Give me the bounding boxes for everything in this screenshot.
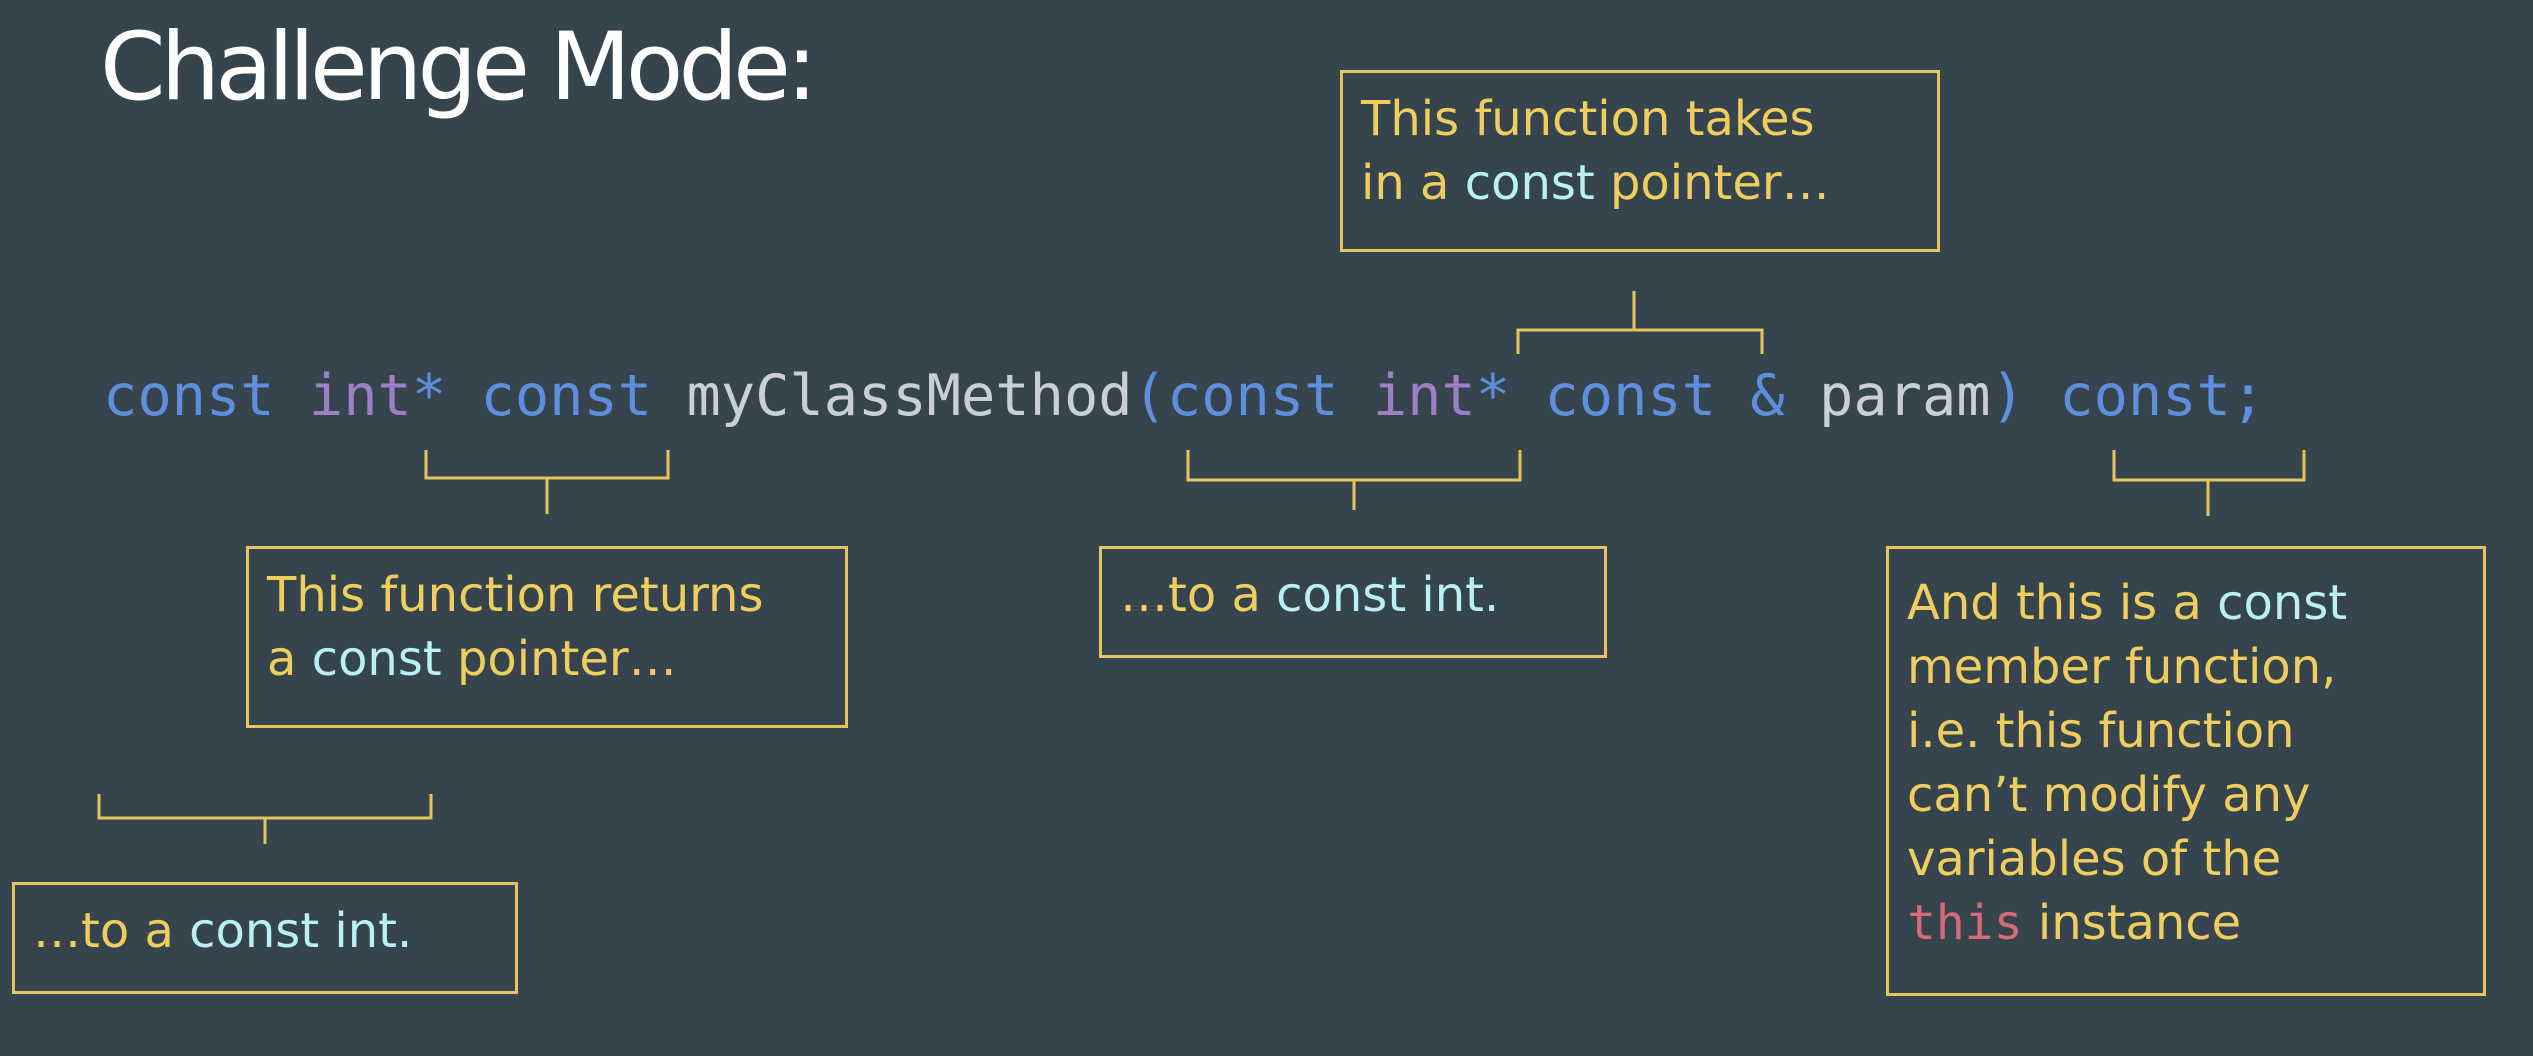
annotation-text: variables of the: [1907, 831, 2282, 887]
brace-const-member: [2112, 450, 2306, 516]
annotation-text: …to a: [1120, 567, 1277, 623]
code-token-sp: [446, 363, 480, 429]
annotation-text: const int.: [1276, 567, 1500, 623]
annotation-line: variables of the: [1907, 827, 2465, 891]
code-token-kw: const: [1166, 363, 1339, 429]
annotation-text: i.e. this function: [1907, 703, 2295, 759]
annotation-line: …to a const int.: [1120, 563, 1586, 627]
code-token-ty: int: [1372, 363, 1476, 429]
annotation-text: instance: [2022, 895, 2242, 951]
annotation-text: This function returns: [267, 567, 764, 623]
annotation-text: And this is a: [1907, 575, 2218, 631]
annotation-text: can’t modify any: [1907, 767, 2311, 823]
code-token-kw: const: [2059, 363, 2231, 429]
brace-return-const-int: [97, 794, 433, 844]
annotation-line: This function returns: [267, 563, 827, 627]
annotation-text: const int.: [189, 903, 413, 959]
code-declaration: const int* const myClassMethod(const int…: [103, 356, 2265, 436]
code-token-kw: *: [1475, 363, 1511, 429]
code-token-kw: const: [103, 363, 275, 429]
code-token-kw: ;: [2230, 363, 2266, 429]
code-token-sp: [1716, 363, 1750, 429]
annotation-text: const: [2217, 575, 2348, 631]
annotation-text: pointer…: [1594, 155, 1830, 211]
annotation-line: i.e. this function: [1907, 699, 2465, 763]
annotation-text: This function takes: [1361, 91, 1815, 147]
annotation-text: const: [1464, 155, 1595, 211]
code-token-sp: [275, 363, 309, 429]
brace-param-const-pointer: [1516, 291, 1764, 354]
code-token-pn: (: [1132, 363, 1167, 429]
annotation-return-const-int: …to a const int.: [12, 882, 518, 994]
annotation-text: in a: [1361, 155, 1465, 211]
annotation-line: can’t modify any: [1907, 763, 2465, 827]
slide-title: Challenge Mode:: [100, 13, 818, 122]
annotation-text: const: [311, 631, 442, 687]
annotation-line: This function takes: [1361, 87, 1919, 151]
code-token-sp: [2025, 363, 2059, 429]
brace-return-const-pointer: [424, 450, 670, 514]
code-token-ty: int: [308, 363, 412, 429]
code-token-sp: [1510, 363, 1544, 429]
code-token-kw: *: [411, 363, 447, 429]
annotation-param-const-int: …to a const int.: [1099, 546, 1607, 658]
annotation-returns-const-pointer: This function returns a const pointer…: [246, 546, 848, 728]
brace-param-const-int: [1186, 450, 1522, 510]
annotation-text: member function,: [1907, 639, 2337, 695]
annotation-line: this instance: [1907, 891, 2465, 955]
annotation-line: a const pointer…: [267, 627, 827, 691]
code-token-sp: [1785, 363, 1819, 429]
annotation-takes-const-pointer: This function takes in a const pointer…: [1340, 70, 1940, 252]
code-token-id: param: [1819, 363, 1991, 429]
code-token-kw: const: [1544, 363, 1717, 429]
code-token-kw: &: [1750, 363, 1785, 429]
annotation-line: member function,: [1907, 635, 2465, 699]
this-keyword: this: [1907, 895, 2023, 951]
annotation-const-member-function: And this is a const member function, i.e. …: [1886, 546, 2486, 996]
code-token-id: myClassMethod: [686, 363, 1133, 429]
annotation-line: …to a const int.: [33, 899, 497, 963]
annotation-line: in a const pointer…: [1361, 151, 1919, 215]
code-token-sp: [1339, 363, 1373, 429]
annotation-text: a: [267, 631, 312, 687]
code-token-kw: const: [480, 363, 653, 429]
code-token-pn: ): [1990, 363, 2025, 429]
code-token-sp: [652, 363, 686, 429]
annotation-line: And this is a const: [1907, 571, 2465, 635]
annotation-text: …to a: [33, 903, 190, 959]
annotation-text: pointer…: [441, 631, 677, 687]
